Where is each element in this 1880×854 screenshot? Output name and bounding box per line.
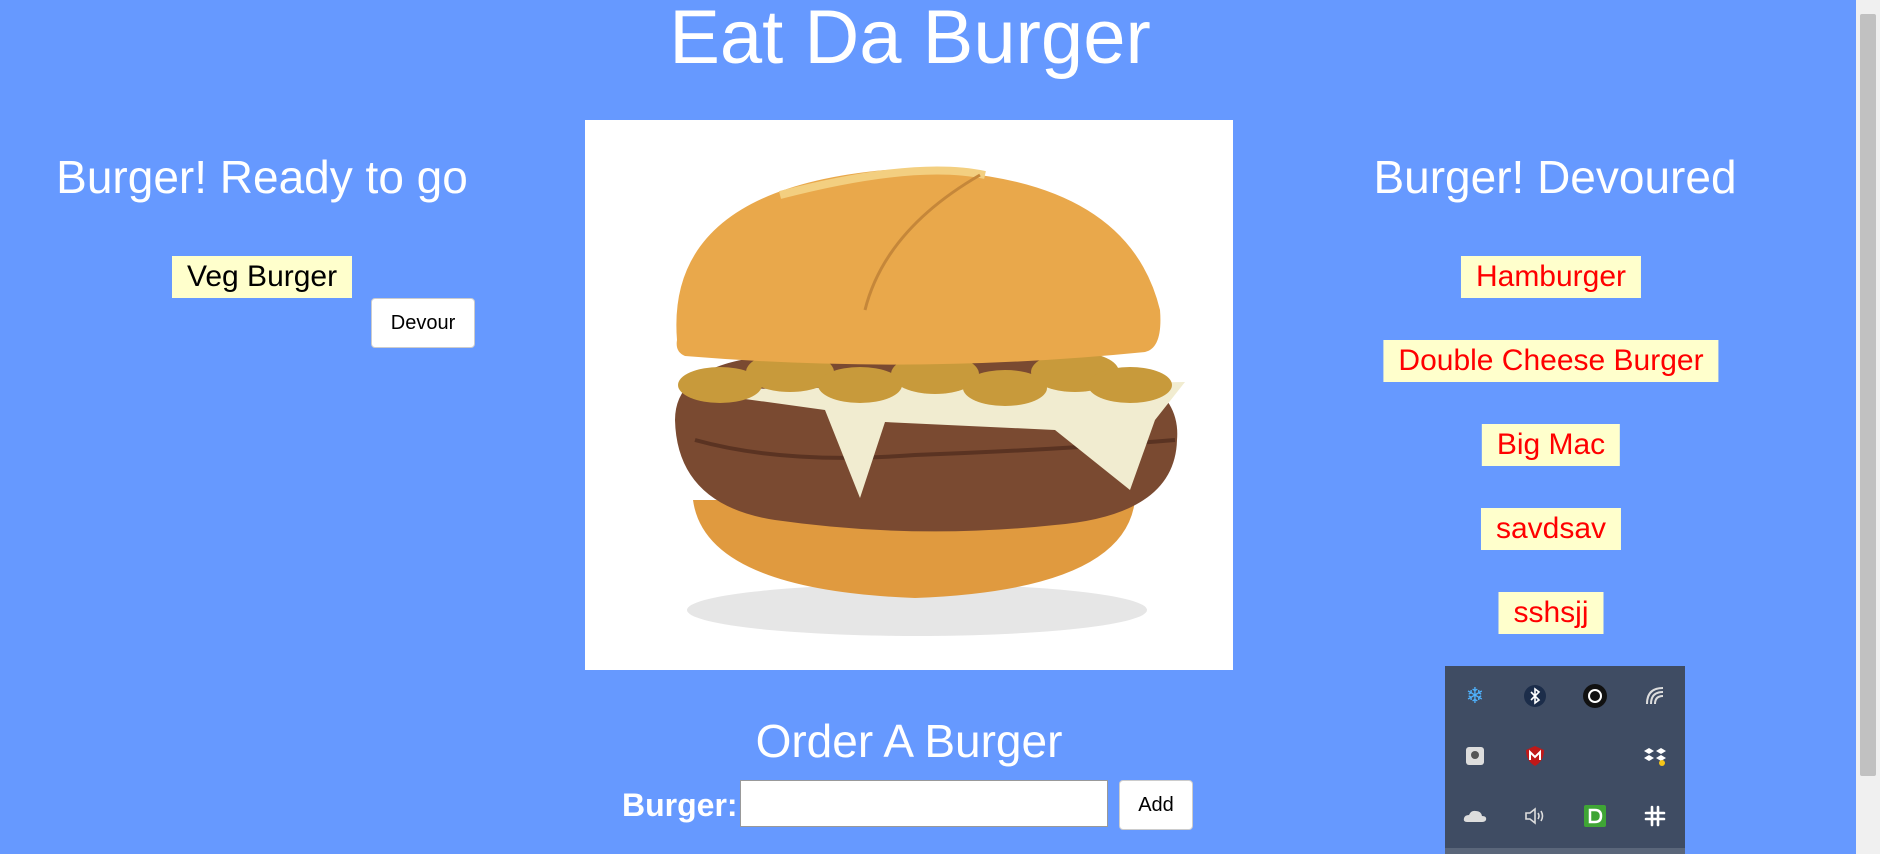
vertical-scrollbar[interactable] bbox=[1856, 0, 1880, 854]
snowflake-icon[interactable]: ❄ bbox=[1457, 678, 1493, 714]
beats-audio-icon[interactable] bbox=[1577, 678, 1613, 714]
burger-input[interactable] bbox=[740, 780, 1108, 827]
page-title: Eat Da Burger bbox=[669, 0, 1151, 80]
bluetooth-icon[interactable] bbox=[1517, 678, 1553, 714]
order-heading: Order A Burger bbox=[755, 715, 1063, 767]
devoured-burger-item: Big Mac bbox=[1481, 424, 1621, 466]
devoured-burger-item: Hamburger bbox=[1460, 256, 1642, 298]
dashlane-icon[interactable] bbox=[1577, 798, 1613, 834]
devour-button[interactable]: Devour bbox=[371, 298, 475, 348]
devoured-burger-item: Double Cheese Burger bbox=[1383, 340, 1719, 382]
wifi-icon[interactable] bbox=[1637, 678, 1673, 714]
burger-label: Burger: bbox=[622, 787, 738, 823]
tray-footer bbox=[1445, 848, 1685, 854]
devoured-heading: Burger! Devoured bbox=[1373, 151, 1737, 203]
volume-icon[interactable] bbox=[1517, 798, 1553, 834]
devoured-burger-item: sshsjj bbox=[1498, 592, 1604, 634]
burger-image bbox=[585, 120, 1233, 670]
ready-burger-item: Veg Burger bbox=[172, 256, 353, 298]
hard-drive-icon[interactable] bbox=[1457, 738, 1493, 774]
mcafee-icon[interactable] bbox=[1517, 738, 1553, 774]
slack-icon[interactable] bbox=[1637, 798, 1673, 834]
scrollbar-thumb[interactable] bbox=[1860, 14, 1876, 776]
dropbox-icon[interactable] bbox=[1637, 738, 1673, 774]
devoured-burger-item: savdsav bbox=[1480, 508, 1622, 550]
add-button[interactable]: Add bbox=[1119, 780, 1193, 830]
onedrive-icon[interactable] bbox=[1457, 798, 1493, 834]
ready-heading: Burger! Ready to go bbox=[56, 151, 468, 203]
system-tray-popup: ❄ bbox=[1445, 666, 1685, 854]
